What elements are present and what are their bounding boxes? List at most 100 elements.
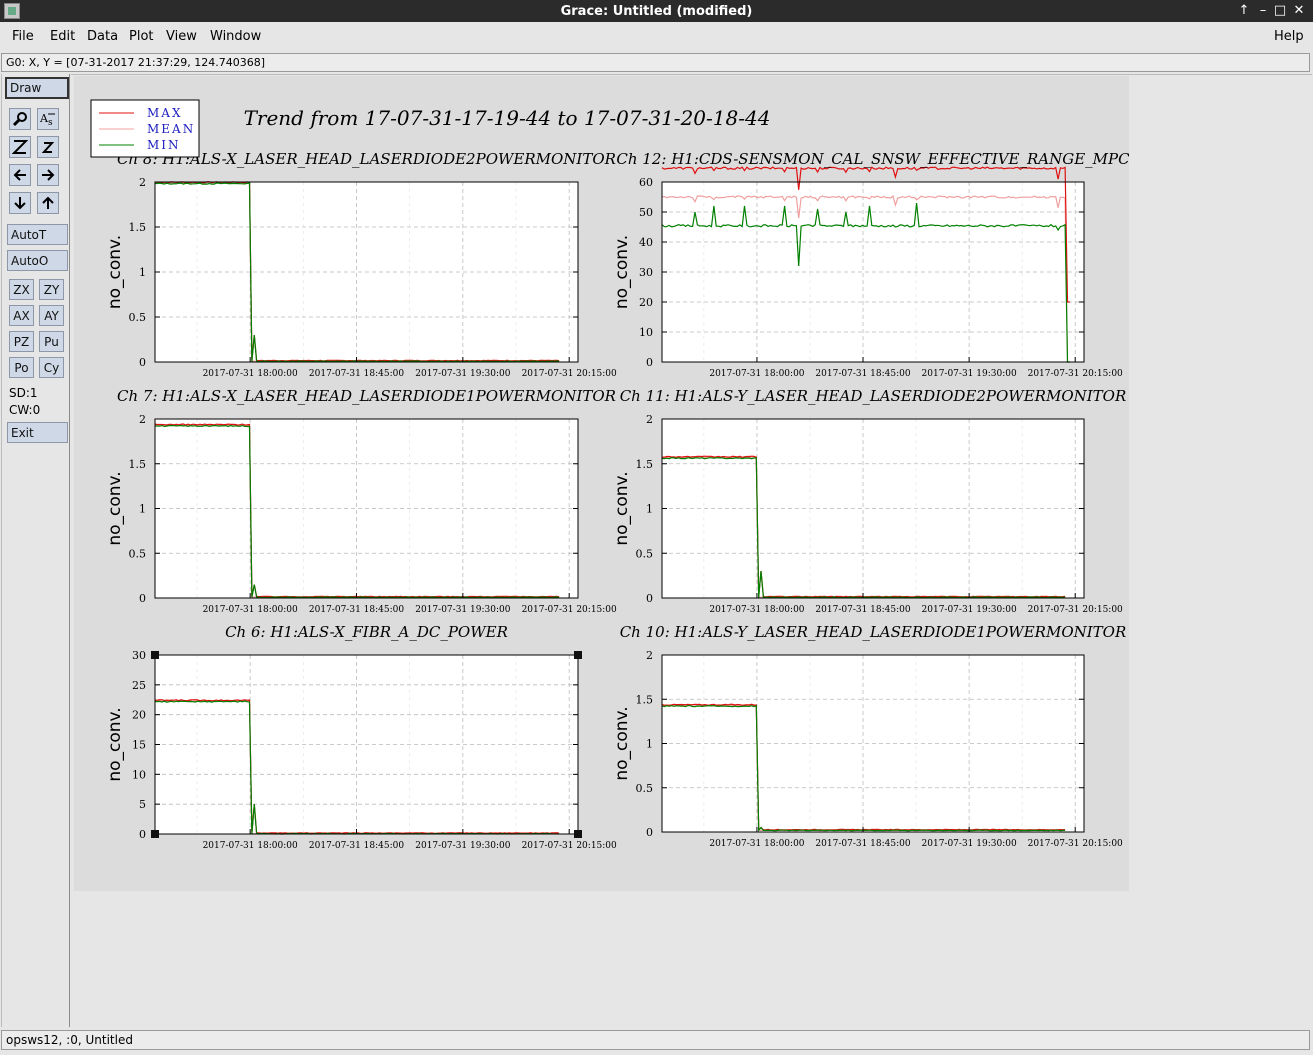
menu-edit-label: Edit — [50, 29, 76, 44]
menu-file[interactable]: File — [12, 29, 34, 44]
y-tick-label: 0.5 — [636, 782, 654, 795]
y-tick-label: 60 — [639, 176, 653, 189]
y-tick-label: 1.5 — [636, 458, 654, 471]
y-tick-label: 1 — [646, 738, 653, 751]
plot-panel: 0 0.5 1 1.5 2 2017-07-31 18:00:00 2017-07-31 1… — [105, 387, 617, 615]
menu-help[interactable]: Help — [1274, 29, 1304, 44]
menu-edit[interactable]: Edit — [50, 29, 75, 44]
menu-window-label: Window — [210, 29, 262, 44]
y-tick-label: 5 — [139, 798, 146, 811]
cy-button[interactable]: Cy — [39, 357, 64, 378]
y-tick-label: 2 — [139, 413, 146, 426]
x-tick-label: 2017-07-31 18:00:00 — [709, 369, 804, 379]
minimize-icon[interactable]: – — [1255, 3, 1271, 19]
menu-plot[interactable]: Plot — [129, 29, 154, 44]
maximize-icon[interactable]: □ — [1272, 3, 1288, 19]
plot-panel: 0 10 20 30 40 50 60 2017-07-31 18:00:00 2017-07-… — [612, 150, 1130, 379]
x-tick-label: 2017-07-31 19:30:00 — [922, 839, 1017, 849]
y-axis-label: no_conv. — [105, 707, 125, 781]
po-button[interactable]: Po — [9, 357, 34, 378]
legend[interactable]: MAX MEAN MIN — [90, 99, 200, 158]
autot-button[interactable]: AutoT — [7, 224, 68, 245]
window-titlebar[interactable]: Grace: Untitled (modified) ↑ – □ ✕ — [0, 0, 1313, 22]
arrow-right-icon[interactable] — [37, 164, 59, 186]
y-tick-label: 0 — [646, 356, 653, 369]
plot-page[interactable]: Trend from 17-07-31-17-19-44 to 17-07-31… — [74, 76, 1130, 891]
x-tick-label: 2017-07-31 18:00:00 — [203, 369, 298, 379]
panel-title: Ch 6: H1:ALS-X_FIBR_A_DC_POWER — [225, 623, 508, 641]
x-tick-label: 2017-07-31 20:15:00 — [1028, 369, 1123, 379]
x-tick-label: 2017-07-31 18:45:00 — [309, 841, 404, 851]
autoscale-text-icon[interactable]: As — [37, 108, 59, 130]
y-tick-label: 1.5 — [129, 458, 147, 471]
selection-handle[interactable] — [151, 651, 159, 659]
zy-button[interactable]: ZY — [39, 279, 64, 300]
menu-file-label: File — [12, 29, 34, 44]
menu-help-label: Help — [1274, 29, 1304, 44]
y-tick-label: 2 — [646, 649, 653, 662]
zoom-z-icon[interactable] — [9, 136, 31, 158]
exit-button[interactable]: Exit — [7, 422, 68, 443]
x-tick-label: 2017-07-31 18:45:00 — [815, 605, 910, 615]
window-title: Grace: Untitled (modified) — [560, 4, 753, 19]
menu-data-label: Data — [87, 29, 119, 44]
selection-handle[interactable] — [574, 651, 582, 659]
y-axis-label: no_conv. — [105, 235, 125, 309]
x-tick-label: 2017-07-31 19:30:00 — [922, 605, 1017, 615]
x-tick-label: 2017-07-31 18:45:00 — [309, 605, 404, 615]
y-tick-label: 0.5 — [636, 547, 654, 560]
autoo-button[interactable]: AutoO — [7, 250, 68, 271]
close-icon[interactable]: ✕ — [1291, 3, 1307, 19]
x-tick-label: 2017-07-31 19:30:00 — [415, 369, 510, 379]
arrow-left-icon[interactable] — [9, 164, 31, 186]
y-tick-label: 50 — [639, 206, 653, 219]
pu-button[interactable]: Pu — [39, 331, 64, 352]
menu-window[interactable]: Window — [210, 29, 261, 44]
pz-button[interactable]: PZ — [9, 331, 34, 352]
panel-title: Ch 10: H1:ALS-Y_LASER_HEAD_LASERDIODE1PO… — [620, 623, 1127, 641]
svg-text:s: s — [48, 118, 53, 127]
arrow-down-icon[interactable] — [9, 192, 31, 214]
x-tick-label: 2017-07-31 18:00:00 — [709, 839, 804, 849]
menu-data[interactable]: Data — [87, 29, 118, 44]
y-tick-label: 1.5 — [636, 693, 654, 706]
y-tick-label: 15 — [132, 739, 146, 752]
x-tick-label: 2017-07-31 19:30:00 — [415, 605, 510, 615]
y-tick-label: 2 — [139, 176, 146, 189]
x-tick-label: 2017-07-31 18:45:00 — [815, 839, 910, 849]
selection-handle[interactable] — [574, 830, 582, 838]
y-tick-label: 0.5 — [129, 547, 147, 560]
menu-view[interactable]: View — [166, 29, 197, 44]
zx-button[interactable]: ZX — [9, 279, 34, 300]
x-tick-label: 2017-07-31 18:00:00 — [203, 605, 298, 615]
arrow-up-icon[interactable] — [37, 192, 59, 214]
set-display-label: SD:1 — [9, 386, 38, 400]
plot-panels: 0 0.5 1 1.5 2 2017-07-31 18:00:00 2017-07-31 1… — [105, 150, 1130, 851]
y-tick-label: 0 — [139, 828, 146, 841]
y-tick-label: 1.5 — [129, 221, 147, 234]
selection-handle[interactable] — [151, 830, 159, 838]
statusbar: opsws12, :0, Untitled — [1, 1030, 1310, 1050]
ay-button[interactable]: AY — [39, 305, 64, 326]
zoom-out-z-icon[interactable] — [37, 136, 59, 158]
x-tick-label: 2017-07-31 18:45:00 — [815, 369, 910, 379]
plot-panel: 0 5 10 15 20 25 30 2017-07-31 18:00:00 2017-07-3… — [105, 623, 617, 851]
x-tick-label: 2017-07-31 20:15:00 — [1028, 605, 1123, 615]
x-tick-label: 2017-07-31 19:30:00 — [415, 841, 510, 851]
plot-canvas[interactable]: Trend from 17-07-31-17-19-44 to 17-07-31… — [74, 76, 1130, 891]
y-tick-label: 0 — [646, 826, 653, 839]
y-axis-label: no_conv. — [612, 706, 632, 780]
legend-mean-label: MEAN — [147, 122, 195, 136]
raise-window-icon[interactable]: ↑ — [1236, 3, 1252, 19]
y-tick-label: 1 — [139, 503, 146, 516]
panel-title: Ch 7: H1:ALS-X_LASER_HEAD_LASERDIODE1POW… — [117, 387, 616, 405]
y-tick-label: 30 — [132, 649, 146, 662]
y-tick-label: 0 — [139, 356, 146, 369]
magnifier-icon[interactable] — [9, 108, 31, 130]
ax-button[interactable]: AX — [9, 305, 34, 326]
legend-max-label: MAX — [147, 106, 183, 120]
x-tick-label: 2017-07-31 18:45:00 — [309, 369, 404, 379]
draw-button[interactable]: Draw — [5, 77, 69, 99]
x-tick-label: 2017-07-31 18:00:00 — [203, 841, 298, 851]
y-tick-label: 1 — [646, 503, 653, 516]
